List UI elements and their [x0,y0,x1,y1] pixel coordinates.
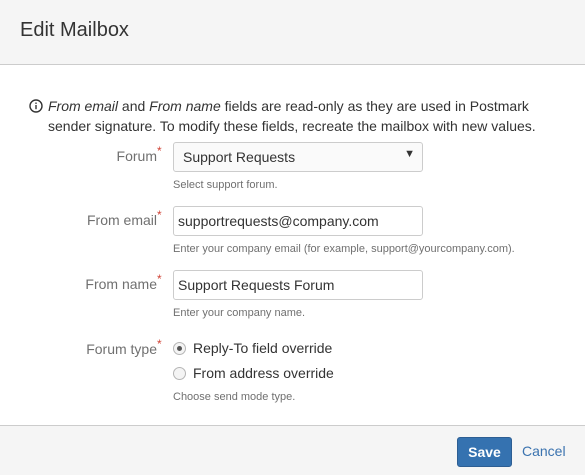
from-name-required-mark: * [157,272,162,286]
radio-reply-to-label: Reply-To field override [193,340,333,356]
from-name-help: Enter your company name. [173,307,306,319]
forum-type-label: Forum type [86,341,157,357]
forum-select[interactable]: Support Requests ▼ [173,142,423,172]
info-line-1: From email and From name fields are read… [29,96,569,116]
from-name-field[interactable]: Support Requests Forum [173,270,423,300]
info-message: From email and From name fields are read… [29,96,569,136]
info-line-2: sender signature. To modify these fields… [48,118,536,134]
dialog-header: Edit Mailbox [0,0,585,65]
from-name-term: From name [149,98,221,114]
cancel-link[interactable]: Cancel [522,443,566,459]
forum-type-help: Choose send mode type. [173,391,296,403]
forum-required-mark: * [157,144,162,158]
dialog-footer: Save Cancel [0,425,585,475]
dropdown-caret-icon: ▼ [404,148,415,160]
radio-reply-to-override[interactable]: Reply-To field override [173,340,332,356]
from-name-value: Support Requests Forum [178,277,335,293]
from-email-value: supportrequests@company.com [178,213,379,229]
from-email-label: From email [86,212,157,228]
forum-help: Select support forum. [173,179,278,191]
forum-select-value: Support Requests [183,149,296,165]
radio-from-address-override[interactable]: From address override [173,365,334,381]
save-button[interactable]: Save [457,437,512,467]
dialog-title: Edit Mailbox [20,19,129,41]
radio-button-checked[interactable] [173,342,186,355]
info-circle-icon [29,99,43,113]
info-and: and [118,98,150,114]
from-email-required-mark: * [157,208,162,222]
from-name-label: From name [85,276,157,292]
radio-button[interactable] [173,367,186,380]
from-email-field[interactable]: supportrequests@company.com [173,206,423,236]
forum-label: Forum [116,148,157,164]
from-email-help: Enter your company email (for example, s… [173,243,515,255]
forum-type-required-mark: * [157,337,162,351]
info-line-1-rest: fields are read-only as they are used in… [220,98,529,114]
from-email-term: From email [48,98,119,114]
radio-from-address-label: From address override [193,365,334,381]
